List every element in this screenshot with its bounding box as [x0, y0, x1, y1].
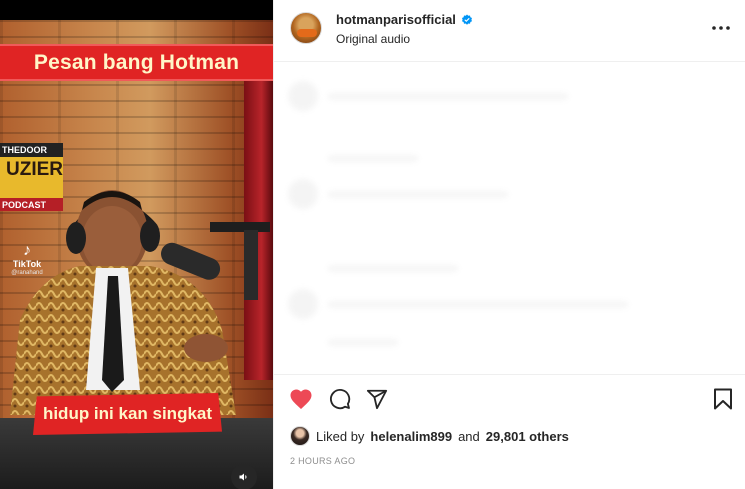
- tiktok-watermark: ♪ TikTok @ranahand: [4, 243, 50, 277]
- comment-text: [328, 264, 458, 272]
- comment-avatar: [288, 81, 318, 111]
- comment-item: [288, 81, 568, 111]
- comment-item: [288, 289, 628, 319]
- likes-others-count[interactable]: 29,801 others: [486, 429, 569, 444]
- comment-text: [328, 154, 418, 162]
- send-icon: [366, 389, 388, 410]
- video-player[interactable]: THEDOOR UZIER PODCAST Pesan bang Hotman …: [0, 0, 273, 489]
- comment-icon: [330, 388, 351, 410]
- post-header: hotmanparisofficial Original audio: [274, 0, 745, 62]
- post-actions-bar: [274, 374, 745, 420]
- username[interactable]: hotmanparisofficial: [336, 12, 456, 27]
- video-caption-bottom: hidup ini kan singkat: [33, 393, 222, 435]
- podcast-sign-line1: THEDOOR: [2, 145, 47, 155]
- video-caption-top-text: Pesan bang Hotman: [33, 50, 240, 74]
- likes-summary: Liked by helenalim899 and 29,801 others: [290, 426, 569, 446]
- comment-text: [328, 300, 628, 308]
- letterbox-bar: [0, 0, 273, 20]
- comment-item: [288, 143, 418, 173]
- comment-item: [288, 179, 508, 209]
- volume-button[interactable]: [231, 464, 257, 489]
- save-button[interactable]: [710, 386, 736, 412]
- more-horizontal-icon: [712, 26, 730, 30]
- like-button[interactable]: [288, 386, 314, 412]
- tiktok-label: TikTok: [12, 259, 42, 269]
- heart-filled-icon: [290, 389, 312, 409]
- username-link[interactable]: hotmanparisofficial: [336, 12, 473, 27]
- comment-avatar: [288, 289, 318, 319]
- comment-button[interactable]: [327, 386, 353, 412]
- speaker-icon: [239, 473, 247, 481]
- tiktok-handle: @ranahand: [11, 270, 43, 276]
- comment-text: [328, 190, 508, 198]
- post-timestamp[interactable]: 2 HOURS AGO: [290, 456, 355, 466]
- comments-section: [274, 63, 745, 373]
- post-panel: hotmanparisofficial Original audio Liked…: [273, 0, 745, 489]
- tiktok-icon: ♪: [23, 242, 31, 259]
- more-options-button[interactable]: [710, 19, 732, 37]
- comment-text: [328, 92, 568, 100]
- liker-avatar[interactable]: [290, 426, 310, 446]
- avatar[interactable]: [290, 12, 322, 44]
- bookmark-icon: [714, 388, 732, 410]
- original-audio-link[interactable]: Original audio: [336, 32, 410, 46]
- video-caption-bottom-text: hidup ini kan singkat: [42, 404, 213, 423]
- video-caption-top: Pesan bang Hotman: [0, 44, 273, 81]
- comment-item: [288, 253, 458, 283]
- comment-avatar: [288, 179, 318, 209]
- liked-by-conjunction: and: [458, 428, 480, 444]
- verified-badge-icon: [461, 14, 472, 25]
- comment-text: [328, 338, 398, 346]
- liked-by-prefix: Liked by: [316, 428, 365, 444]
- share-button[interactable]: [364, 386, 390, 412]
- liker-username[interactable]: helenalim899: [370, 429, 452, 444]
- comment-item: [288, 327, 398, 357]
- podcast-sign-line2: UZIER: [6, 159, 63, 180]
